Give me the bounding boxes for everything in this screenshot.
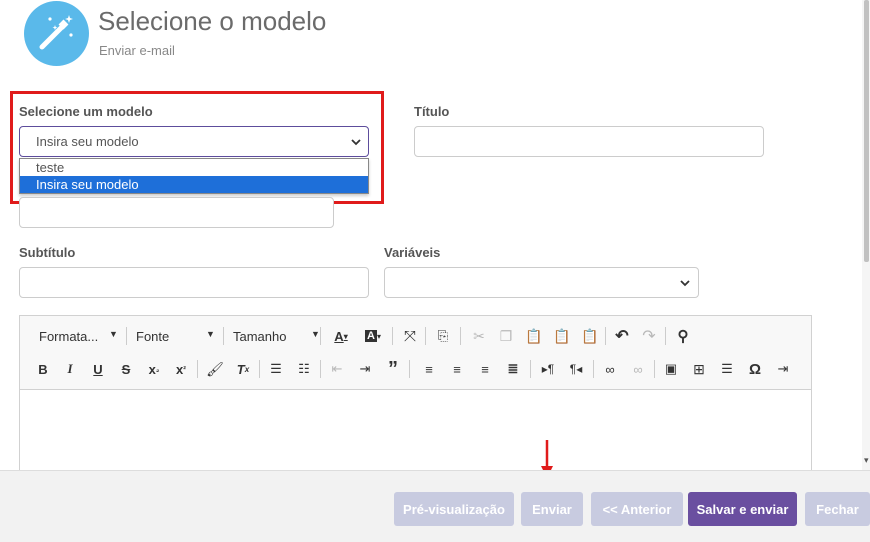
save-and-send-button[interactable]: Salvar e enviar: [688, 492, 797, 526]
align-center-icon[interactable]: ≡: [446, 358, 468, 380]
background-color-icon[interactable]: A ▾: [360, 325, 386, 347]
size-combo[interactable]: Tamanho ▼: [233, 329, 320, 344]
caret-down-icon: ▼: [311, 329, 320, 339]
toolbar-separator: [530, 360, 531, 378]
format-combo-label: Formata...: [39, 329, 99, 344]
toolbar-separator: [409, 360, 410, 378]
link-icon[interactable]: ∞: [599, 358, 621, 380]
table-icon[interactable]: ⊞: [688, 358, 710, 380]
italic-icon[interactable]: I: [59, 358, 81, 380]
search-icon[interactable]: ⚲: [672, 325, 694, 347]
superscript-icon[interactable]: x²: [170, 358, 192, 380]
toolbar-separator: [223, 327, 224, 345]
undo-icon[interactable]: ↶: [611, 325, 633, 347]
toolbar-separator: [392, 327, 393, 345]
page-scrollbar-thumb[interactable]: [864, 0, 869, 262]
magic-wand-icon-badge: [24, 1, 89, 66]
model-dropdown-list: teste Insira seu modelo: [19, 158, 369, 194]
font-combo[interactable]: Fonte ▼: [136, 329, 215, 344]
format-combo[interactable]: Formata... ▼: [39, 329, 118, 344]
numbered-list-icon[interactable]: ☰: [265, 358, 287, 380]
variables-label: Variáveis: [384, 245, 441, 260]
toolbar-separator: [593, 360, 594, 378]
magic-wand-icon: [39, 15, 73, 50]
title-input[interactable]: [414, 126, 764, 157]
dropdown-option-teste[interactable]: teste: [20, 159, 368, 176]
preview-button[interactable]: Pré-visualização: [394, 492, 514, 526]
scroll-down-icon[interactable]: ▾: [864, 455, 869, 466]
close-button[interactable]: Fechar: [805, 492, 870, 526]
chevron-down-icon: [351, 139, 361, 146]
special-char-icon[interactable]: Ω: [744, 358, 766, 380]
strikethrough-icon[interactable]: S: [115, 358, 137, 380]
caret-down-icon: ▼: [109, 329, 118, 339]
toolbar-separator: [665, 327, 666, 345]
paintbrush-icon[interactable]: 🖌: [204, 358, 226, 380]
subtitle-input[interactable]: [19, 267, 369, 298]
toolbar-separator: [320, 327, 321, 345]
previous-button[interactable]: << Anterior: [591, 492, 683, 526]
cut-icon[interactable]: ✂: [468, 325, 490, 347]
redo-icon[interactable]: ↷: [638, 325, 660, 347]
align-right-icon[interactable]: ≡: [474, 358, 496, 380]
toolbar-separator: [320, 360, 321, 378]
model-select[interactable]: Insira seu modelo: [19, 126, 369, 157]
bold-icon[interactable]: B: [32, 358, 54, 380]
paste-word-icon[interactable]: 📋: [579, 325, 601, 347]
caret-down-icon: ▼: [206, 329, 215, 339]
rich-text-editor: Formata... ▼ Fonte ▼ Tamanho ▼ A ▾ A ▾ ⤧ ⎘…: [19, 315, 812, 485]
align-justify-icon[interactable]: ≣: [502, 358, 524, 380]
editor-toolbar: Formata... ▼ Fonte ▼ Tamanho ▼ A ▾ A ▾ ⤧ ⎘…: [20, 316, 811, 390]
send-button[interactable]: Enviar: [521, 492, 583, 526]
blockquote-icon[interactable]: ”: [382, 358, 404, 380]
subscript-icon[interactable]: x₂: [143, 358, 165, 380]
bullet-list-icon[interactable]: ☷: [293, 358, 315, 380]
page-break-icon[interactable]: ⇥: [772, 358, 794, 380]
dropdown-option-insira[interactable]: Insira seu modelo: [20, 176, 368, 193]
hidden-field-input[interactable]: [19, 197, 334, 228]
size-combo-label: Tamanho: [233, 329, 287, 344]
toolbar-separator: [654, 360, 655, 378]
toolbar-separator: [605, 327, 606, 345]
toolbar-separator: [126, 327, 127, 345]
model-select-label: Selecione um modelo: [19, 104, 153, 119]
indent-icon[interactable]: ⇥: [354, 358, 376, 380]
underline-icon[interactable]: U: [87, 358, 109, 380]
toolbar-separator: [425, 327, 426, 345]
text-color-icon[interactable]: A ▾: [328, 325, 354, 347]
copy-icon[interactable]: ❐: [495, 325, 517, 347]
outdent-icon[interactable]: ⇤: [326, 358, 348, 380]
title-label: Título: [414, 104, 450, 119]
toolbar-separator: [460, 327, 461, 345]
unlink-icon[interactable]: ∞: [627, 358, 649, 380]
paste-text-icon[interactable]: 📋: [551, 325, 573, 347]
ltr-icon[interactable]: ▸¶: [537, 358, 559, 380]
rtl-icon[interactable]: ¶◂: [565, 358, 587, 380]
model-select-value: Insira seu modelo: [36, 134, 139, 149]
horizontal-line-icon[interactable]: ☰: [716, 358, 738, 380]
toolbar-separator: [197, 360, 198, 378]
page-title: Selecione o modelo: [98, 6, 327, 36]
align-left-icon[interactable]: ≡: [418, 358, 440, 380]
toolbar-separator: [259, 360, 260, 378]
font-combo-label: Fonte: [136, 329, 170, 344]
page-subtitle: Enviar e-mail: [99, 43, 175, 58]
clear-format-icon[interactable]: Tx: [232, 358, 254, 380]
footer-bar: Pré-visualização Enviar << Anterior Salv…: [0, 470, 870, 542]
variables-select[interactable]: [384, 267, 699, 298]
chevron-down-icon: [680, 280, 690, 287]
source-code-icon[interactable]: ⎘: [432, 325, 454, 347]
maximize-icon[interactable]: ⤧: [399, 325, 421, 347]
paste-icon[interactable]: 📋: [523, 325, 545, 347]
image-icon[interactable]: ▣: [660, 358, 682, 380]
subtitle-label: Subtítulo: [19, 245, 76, 260]
